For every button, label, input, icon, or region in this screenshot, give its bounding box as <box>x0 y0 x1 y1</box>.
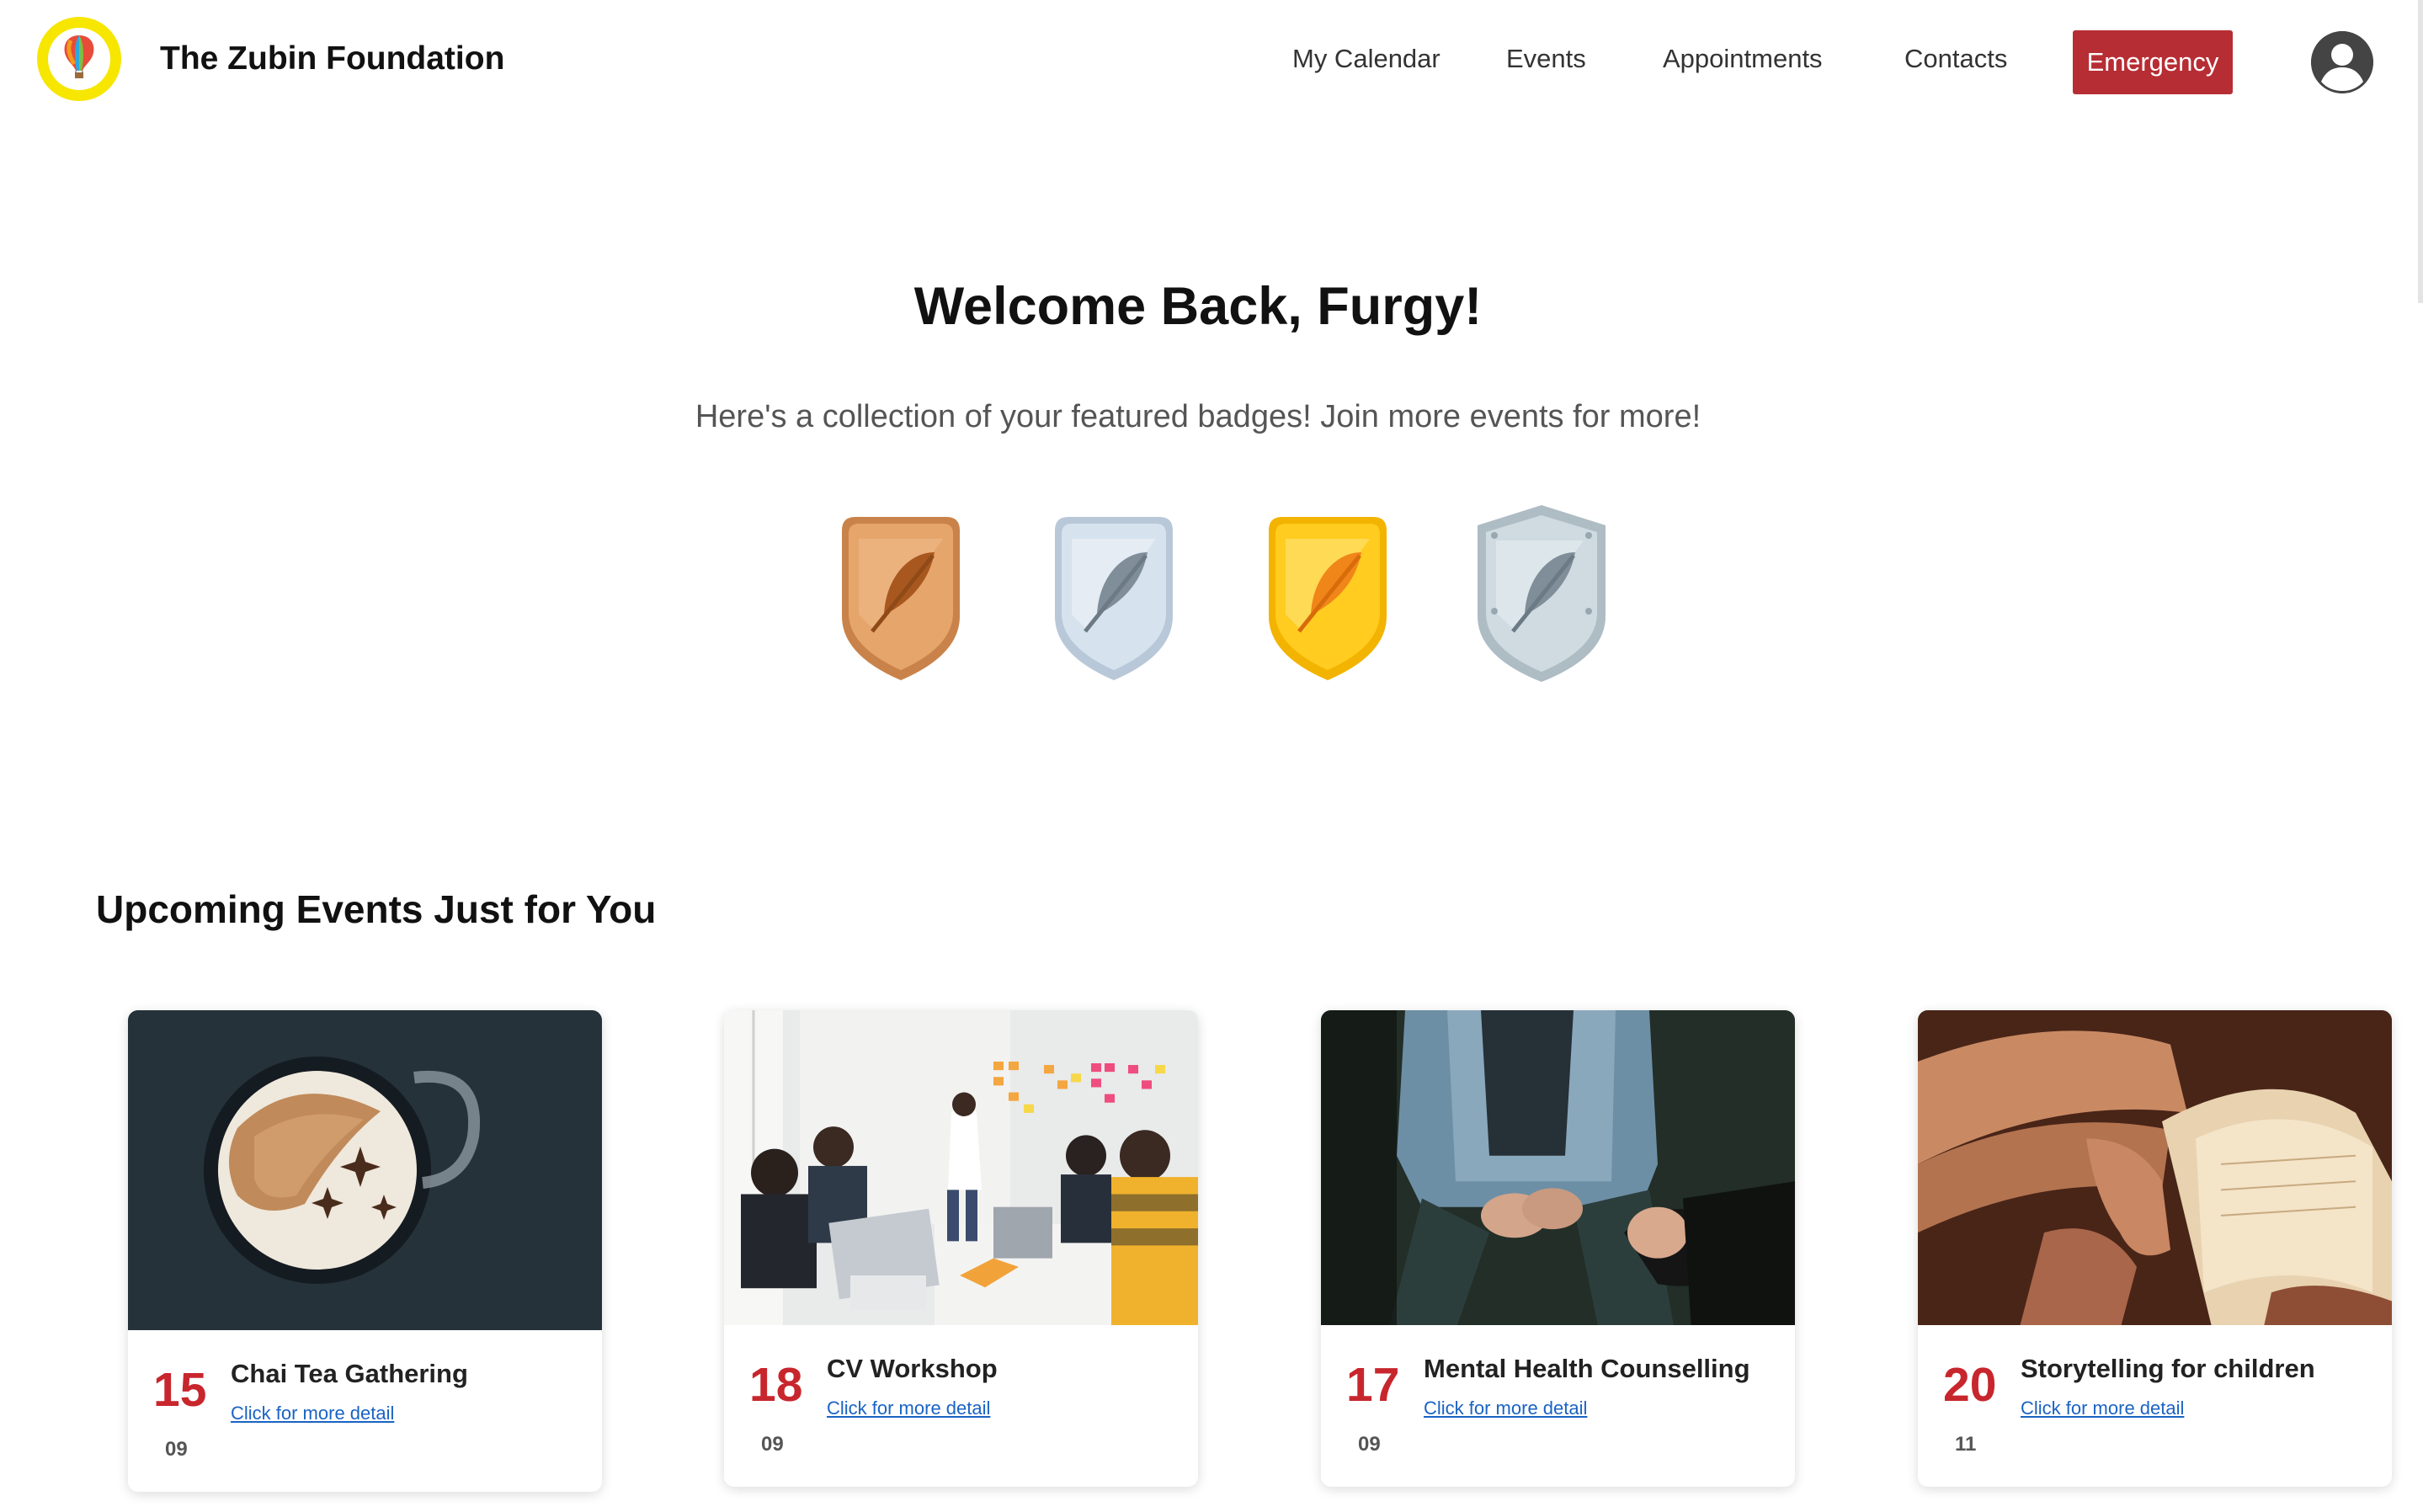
event-month: 09 <box>165 1438 188 1461</box>
event-card[interactable]: 18 09 CV Workshop Click for more detail <box>724 1010 1198 1487</box>
platinum-badge-icon <box>1466 505 1617 690</box>
silver-badge-icon <box>1038 505 1190 690</box>
nav-my-calendar[interactable]: My Calendar <box>1292 44 1440 74</box>
event-title: Mental Health Counselling <box>1424 1354 1750 1383</box>
scrollbar[interactable] <box>2418 0 2423 303</box>
storytelling-image <box>1918 1010 2392 1325</box>
chai-tea-image <box>128 1010 602 1330</box>
nav-contacts[interactable]: Contacts <box>1904 44 2007 74</box>
event-detail-link[interactable]: Click for more detail <box>231 1403 394 1424</box>
event-month: 09 <box>761 1433 784 1456</box>
brand-title[interactable]: The Zubin Foundation <box>160 40 504 77</box>
cv-workshop-image <box>724 1010 1198 1325</box>
foundation-logo[interactable] <box>37 17 121 101</box>
event-day: 17 <box>1346 1358 1400 1412</box>
event-day: 15 <box>153 1363 207 1417</box>
nav-events[interactable]: Events <box>1506 44 1586 74</box>
event-detail-link[interactable]: Click for more detail <box>2021 1398 2184 1419</box>
event-title: CV Workshop <box>827 1354 998 1383</box>
counselling-image <box>1321 1010 1795 1325</box>
event-card[interactable]: 17 09 Mental Health Counselling Click fo… <box>1321 1010 1795 1487</box>
user-avatar-icon[interactable] <box>2311 31 2373 93</box>
event-card[interactable]: 15 09 Chai Tea Gathering Click for more … <box>128 1010 602 1492</box>
bronze-badge-icon <box>825 505 977 690</box>
event-detail-link[interactable]: Click for more detail <box>1424 1398 1587 1419</box>
event-title: Chai Tea Gathering <box>231 1359 468 1388</box>
event-card[interactable]: 20 11 Storytelling for children Click fo… <box>1918 1010 2392 1487</box>
welcome-heading: Welcome Back, Furgy! <box>913 277 1483 336</box>
upcoming-events-heading: Upcoming Events Just for You <box>96 887 657 931</box>
event-month: 11 <box>1955 1433 1977 1456</box>
nav-appointments[interactable]: Appointments <box>1663 44 1823 74</box>
emergency-button[interactable]: Emergency <box>2073 30 2233 94</box>
event-day: 18 <box>749 1358 803 1412</box>
event-detail-link[interactable]: Click for more detail <box>827 1398 990 1419</box>
event-month: 09 <box>1358 1433 1381 1456</box>
event-title: Storytelling for children <box>2021 1354 2315 1383</box>
badges-subtitle: Here's a collection of your featured bad… <box>695 399 1701 434</box>
event-day: 20 <box>1943 1358 1997 1412</box>
gold-badge-icon <box>1252 505 1403 690</box>
